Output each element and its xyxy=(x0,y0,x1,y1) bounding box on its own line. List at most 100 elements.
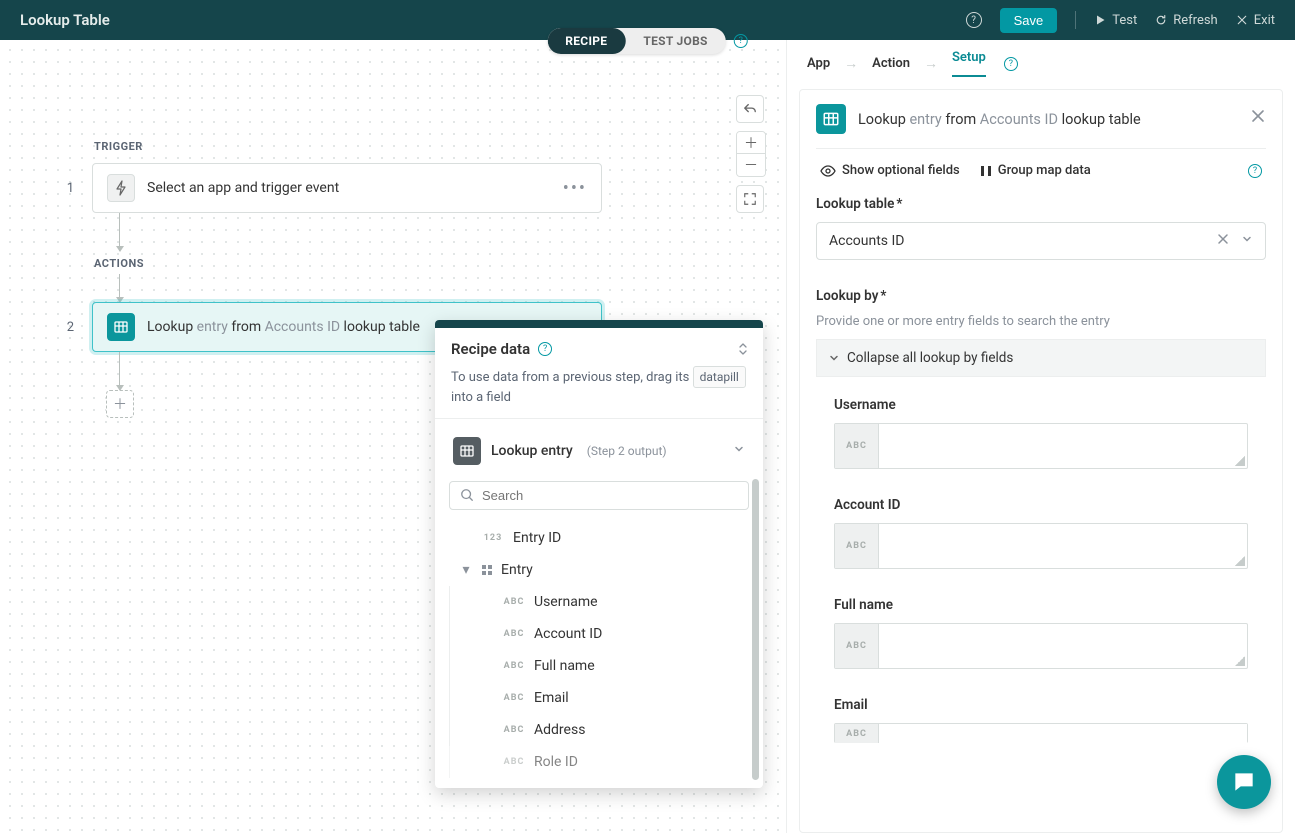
popover-accent xyxy=(435,320,763,328)
search-input[interactable] xyxy=(449,481,749,510)
undo-icon xyxy=(743,102,757,116)
account-id-input[interactable] xyxy=(879,524,1235,568)
table-icon xyxy=(453,437,481,465)
type-string-icon: ABC xyxy=(835,424,879,468)
step-menu-button[interactable]: ••• xyxy=(563,178,587,199)
test-button[interactable]: Test xyxy=(1094,13,1137,28)
lookup-action-text: Lookup entry from Accounts ID lookup tab… xyxy=(147,319,420,335)
datasource-row[interactable]: Lookup entry (Step 2 output) xyxy=(449,431,749,471)
fit-button[interactable] xyxy=(736,185,764,213)
field-input[interactable]: ABC xyxy=(834,423,1248,469)
collapse-icon[interactable] xyxy=(737,342,749,360)
arrow-icon: → xyxy=(924,55,938,72)
refresh-icon xyxy=(1155,14,1167,26)
setup-toolbar: Show optional fields Group map data ? xyxy=(816,149,1266,196)
datapill-chip: datapill xyxy=(693,366,746,388)
chevron-down-icon xyxy=(733,443,745,459)
field-account-id: Account ID ABC xyxy=(834,497,1248,569)
undo-button[interactable] xyxy=(736,95,764,123)
tab-test-jobs[interactable]: TEST JOBS xyxy=(625,28,725,54)
table-icon xyxy=(107,313,135,341)
trigger-section-label: TRIGGER xyxy=(94,140,602,153)
type-string-icon: ABC xyxy=(835,524,879,568)
field-input[interactable]: ABC xyxy=(834,623,1248,669)
table-icon xyxy=(816,104,846,134)
recipe-canvas[interactable]: ＋ － TRIGGER 1 Select an app and trigger … xyxy=(0,40,786,833)
datapill-tree: 123 Entry ID ▾ Entry ABC Username ABC Ac… xyxy=(449,522,749,778)
help-icon[interactable]: ? xyxy=(538,342,552,356)
datapill-entry-group[interactable]: ▾ Entry xyxy=(449,554,749,586)
trigger-card[interactable]: Select an app and trigger event ••• xyxy=(92,163,602,213)
trigger-icon xyxy=(107,174,135,202)
clear-icon[interactable] xyxy=(1217,233,1229,249)
field-input[interactable]: ABC xyxy=(834,723,1248,743)
collapse-fields-button[interactable]: Collapse all lookup by fields xyxy=(816,339,1266,377)
exit-button[interactable]: Exit xyxy=(1236,13,1275,28)
username-input[interactable] xyxy=(879,424,1235,468)
help-icon[interactable]: ? xyxy=(1004,57,1018,71)
tab-recipe[interactable]: RECIPE xyxy=(547,28,625,54)
lookup-by-label: Lookup by* xyxy=(816,288,1266,304)
trigger-text: Select an app and trigger event xyxy=(147,180,339,196)
chevron-down-icon[interactable] xyxy=(1241,233,1253,249)
lookup-table-label: Lookup table* xyxy=(816,196,1266,212)
datasource-name: Lookup entry xyxy=(491,443,573,459)
close-button[interactable] xyxy=(1250,108,1266,128)
type-string-icon: ABC xyxy=(502,725,526,735)
bc-setup[interactable]: Setup xyxy=(952,50,986,77)
setup-panel: App → Action → Setup ? Lookup entry from… xyxy=(786,40,1295,833)
datapill-full-name[interactable]: ABC Full name xyxy=(449,650,749,682)
search-icon xyxy=(460,488,474,502)
full-name-input[interactable] xyxy=(879,624,1235,668)
datapill-address[interactable]: ABC Address xyxy=(449,714,749,746)
bc-action[interactable]: Action xyxy=(872,56,910,71)
chevron-down-icon: ▾ xyxy=(459,562,473,578)
refresh-label: Refresh xyxy=(1173,13,1217,28)
breadcrumb: App → Action → Setup ? xyxy=(787,40,1295,77)
type-string-icon: ABC xyxy=(835,724,879,743)
save-button[interactable]: Save xyxy=(1000,8,1058,33)
help-icon[interactable]: ? xyxy=(734,34,748,48)
lookup-table-select[interactable]: Accounts ID xyxy=(816,222,1266,260)
type-string-icon: ABC xyxy=(835,624,879,668)
type-string-icon: ABC xyxy=(502,757,526,767)
type-number-icon: 123 xyxy=(481,533,505,543)
columns-icon xyxy=(980,165,992,177)
datapill-email[interactable]: ABC Email xyxy=(449,682,749,714)
resize-handle[interactable] xyxy=(1235,556,1245,566)
header-actions: ? Save Test Refresh Exit xyxy=(966,8,1275,33)
fit-icon xyxy=(743,192,757,206)
field-input[interactable]: ABC xyxy=(834,523,1248,569)
help-icon[interactable]: ? xyxy=(1248,164,1262,178)
setup-form: Lookup entry from Accounts ID lookup tab… xyxy=(799,89,1283,833)
zoom-in-button[interactable]: ＋ xyxy=(737,132,765,154)
field-label: Account ID xyxy=(834,497,1248,513)
popover-subtitle: To use data from a previous step, drag i… xyxy=(451,366,747,408)
refresh-button[interactable]: Refresh xyxy=(1155,13,1217,28)
group-map-button[interactable]: Group map data xyxy=(980,163,1091,178)
step-1-row: 1 Select an app and trigger event ••• xyxy=(62,163,602,213)
email-input[interactable] xyxy=(879,724,1247,743)
help-icon[interactable]: ? xyxy=(966,12,982,28)
datapill-role-id[interactable]: ABC Role ID xyxy=(449,746,749,778)
bc-app[interactable]: App xyxy=(807,56,830,71)
chat-button[interactable] xyxy=(1217,755,1271,809)
lookup-by-fields: Username ABC Account ID ABC Full name xyxy=(816,377,1266,743)
recipe-data-popover: Recipe data ? To use data from a previou… xyxy=(435,320,763,788)
datapill-account-id[interactable]: ABC Account ID xyxy=(449,618,749,650)
datasource-meta: (Step 2 output) xyxy=(587,444,667,458)
page-title: Lookup Table xyxy=(20,11,110,29)
actions-section-label: ACTIONS xyxy=(94,257,602,270)
add-step-button[interactable]: ＋ xyxy=(106,390,134,418)
close-icon xyxy=(1236,14,1248,26)
popover-head: Recipe data ? To use data from a previou… xyxy=(435,328,763,419)
resize-handle[interactable] xyxy=(1235,456,1245,466)
search-field[interactable] xyxy=(482,488,738,503)
zoom-out-button[interactable]: － xyxy=(737,154,765,176)
resize-handle[interactable] xyxy=(1235,656,1245,666)
popover-body: Lookup entry (Step 2 output) 123 Entry I… xyxy=(435,419,763,788)
type-string-icon: ABC xyxy=(502,597,526,607)
datapill-username[interactable]: ABC Username xyxy=(449,586,749,618)
show-optional-button[interactable]: Show optional fields xyxy=(820,163,960,178)
datapill-entry-id[interactable]: 123 Entry ID xyxy=(449,522,749,554)
